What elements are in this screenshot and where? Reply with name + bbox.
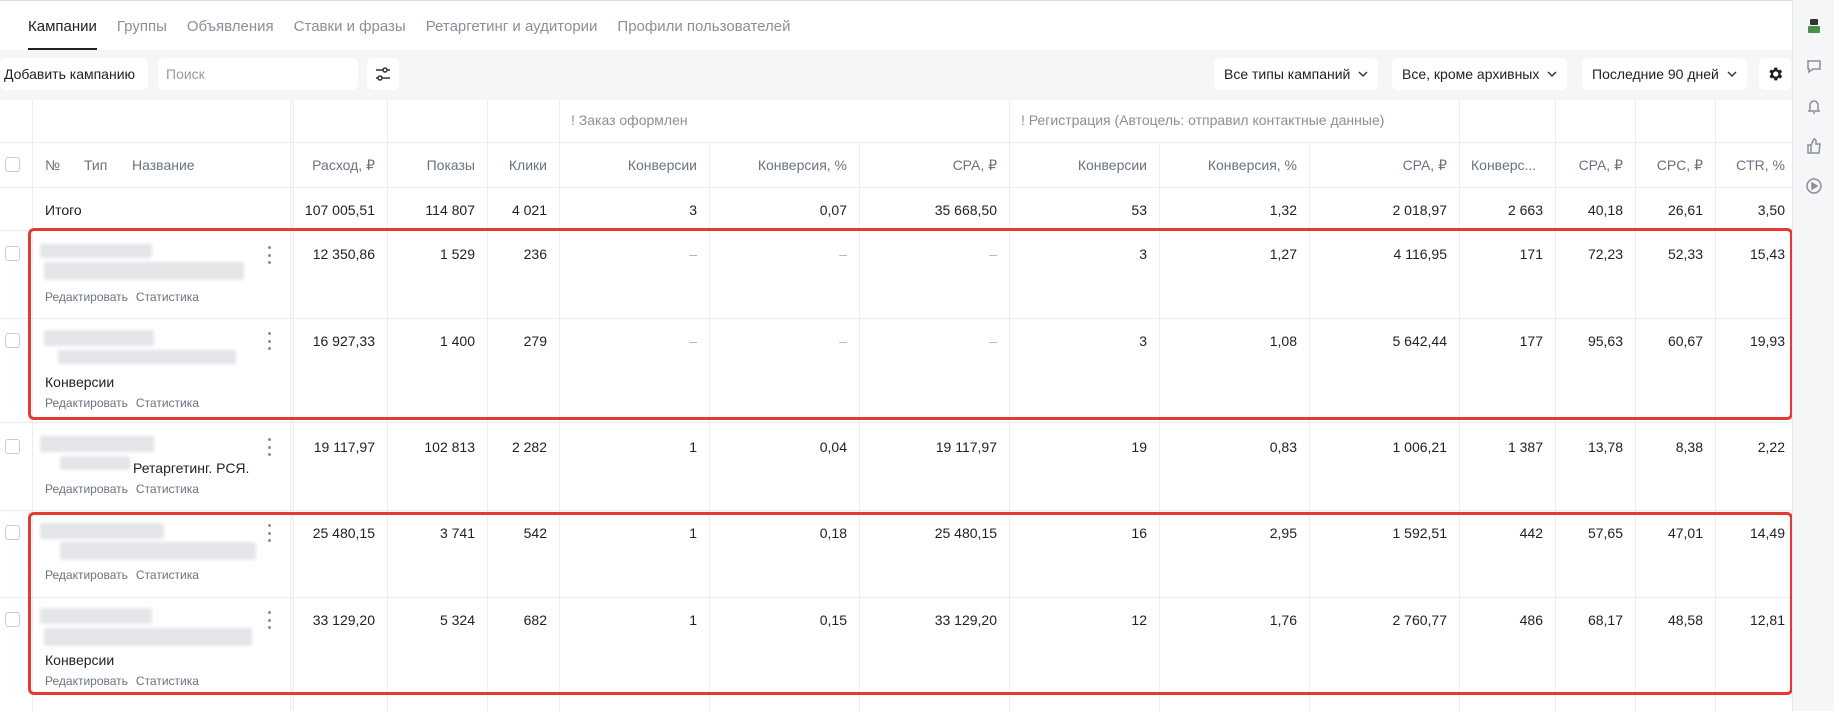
total-convrate-reg: 1,32 (1269, 202, 1297, 218)
row-checkbox[interactable] (5, 525, 20, 540)
col-conv-rate-reg[interactable]: Конверсия, % (1159, 157, 1297, 173)
tab-user-profiles[interactable]: Профили пользователей (617, 18, 790, 50)
period-dropdown[interactable]: Последние 90 дней (1582, 58, 1747, 90)
col-cpc[interactable]: CPC, ₽ (1635, 157, 1703, 174)
row-checkbox[interactable] (5, 439, 20, 454)
status-dropdown[interactable]: Все, кроме архивных (1392, 58, 1568, 90)
row-conv-reg: 19 (1131, 439, 1147, 455)
sliders-icon (376, 67, 390, 81)
campaign-types-value: Все типы кампаний (1224, 66, 1351, 82)
group-header-registration: ! Регистрация (Автоцель: отправил контак… (1021, 112, 1385, 128)
top-navigation: Кампании Группы Объявления Ставки и фраз… (0, 0, 1792, 50)
col-spend[interactable]: Расход, ₽ (293, 157, 375, 174)
period-value: Последние 90 дней (1592, 66, 1719, 82)
total-ctr: 3,50 (1757, 202, 1785, 218)
col-cpa-reg[interactable]: CPA, ₽ (1309, 157, 1447, 174)
row-cpc: 8,38 (1675, 439, 1703, 455)
total-spend: 107 005,51 (304, 202, 375, 218)
row-checkbox[interactable] (5, 246, 20, 261)
col-cpa-order[interactable]: CPA, ₽ (859, 157, 997, 174)
campaign-types-dropdown[interactable]: Все типы кампаний (1214, 58, 1379, 90)
status-value: Все, кроме архивных (1402, 66, 1540, 82)
total-clicks: 4 021 (511, 202, 547, 218)
group-header-order: ! Заказ оформлен (571, 112, 688, 128)
right-side-panel (1792, 0, 1834, 711)
search-input[interactable]: Поиск (158, 58, 358, 90)
tab-campaigns[interactable]: Кампании (28, 18, 97, 50)
settings-button[interactable] (1759, 58, 1791, 90)
highlight-box (28, 228, 1793, 420)
chevron-down-icon (1358, 71, 1368, 77)
row-menu-button[interactable] (266, 438, 272, 456)
col-ctr[interactable]: CTR, % (1715, 157, 1785, 173)
row-impressions: 102 813 (424, 439, 475, 455)
tab-ads[interactable]: Объявления (187, 18, 274, 50)
row-conv-all: 1 387 (1507, 439, 1543, 455)
tab-bids-phrases[interactable]: Ставки и фразы (294, 18, 406, 50)
filter-settings-button[interactable] (367, 58, 399, 90)
row-cpa-order: 19 117,97 (935, 439, 997, 455)
row-conv-order: 1 (689, 439, 697, 455)
row-clicks: 2 282 (511, 439, 547, 455)
thumbs-up-icon[interactable] (1804, 136, 1824, 156)
row-convrate-reg: 0,83 (1269, 439, 1297, 455)
col-conversions-total[interactable]: Конверс... (1471, 157, 1536, 173)
row-ctr: 2,22 (1757, 439, 1785, 455)
campaigns-table: ! Заказ оформлен ! Регистрация (Автоцель… (0, 100, 1793, 711)
campaign-name-suffix: Ретаргетинг. РСЯ. (133, 460, 250, 476)
col-cpa-total[interactable]: CPA, ₽ (1555, 157, 1623, 174)
gear-icon (1769, 67, 1783, 81)
total-label: Итого (45, 202, 82, 218)
row-checkbox[interactable] (5, 333, 20, 348)
total-conv-all: 2 663 (1507, 202, 1543, 218)
col-num[interactable]: № (45, 157, 60, 173)
tab-groups[interactable]: Группы (117, 18, 167, 50)
total-convrate-order: 0,07 (819, 202, 847, 218)
stats-link[interactable]: Статистика (136, 482, 199, 496)
row-convrate-order: 0,04 (819, 439, 847, 455)
total-cpa-reg: 2 018,97 (1392, 202, 1448, 218)
total-cpc: 26,61 (1667, 202, 1703, 218)
total-cpa-all: 40,18 (1587, 202, 1623, 218)
chevron-down-icon (1727, 71, 1737, 77)
play-icon[interactable] (1804, 176, 1824, 196)
bell-icon[interactable] (1804, 96, 1824, 116)
col-conversions-order[interactable]: Конверсии (559, 157, 697, 173)
row-cpa-all: 13,78 (1587, 439, 1623, 455)
row-cpa-reg: 1 006,21 (1392, 439, 1448, 455)
total-conv-order: 3 (689, 202, 697, 218)
col-clicks[interactable]: Клики (487, 157, 547, 173)
chat-icon[interactable] (1804, 56, 1824, 76)
col-name[interactable]: Название (132, 157, 195, 173)
add-campaign-button[interactable]: Добавить кампанию (0, 58, 148, 90)
highlight-box (28, 512, 1793, 695)
col-conv-rate-order[interactable]: Конверсия, % (709, 157, 847, 173)
total-cpa-order: 35 668,50 (934, 202, 997, 218)
nav-tabs: Кампании Группы Объявления Ставки и фраз… (28, 18, 791, 50)
total-impressions: 114 807 (425, 202, 475, 218)
total-conv-reg: 53 (1131, 202, 1147, 218)
robot-icon[interactable] (1804, 16, 1824, 36)
edit-link[interactable]: Редактировать (45, 482, 128, 496)
col-type[interactable]: Тип (84, 157, 107, 173)
toolbar: Добавить кампанию Поиск Все типы кампани… (0, 50, 1792, 100)
chevron-down-icon (1547, 71, 1557, 77)
col-conversions-reg[interactable]: Конверсии (1009, 157, 1147, 173)
row-spend: 19 117,97 (313, 439, 375, 455)
select-all-checkbox[interactable] (5, 157, 20, 172)
col-impressions[interactable]: Показы (387, 157, 475, 173)
row-checkbox[interactable] (5, 612, 20, 627)
tab-retargeting[interactable]: Ретаргетинг и аудитории (426, 18, 598, 50)
